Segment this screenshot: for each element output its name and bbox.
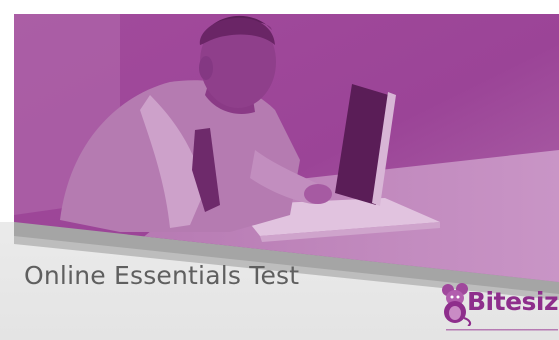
logo-wordmark: Bitesize [467, 287, 559, 316]
slide-title: Online Essentials Test [24, 261, 300, 290]
title-slide: Online Essentials Test Bitesize [0, 0, 559, 340]
logo-tagline-text [446, 329, 558, 331]
bitesize-logo: Bitesize [438, 278, 559, 340]
